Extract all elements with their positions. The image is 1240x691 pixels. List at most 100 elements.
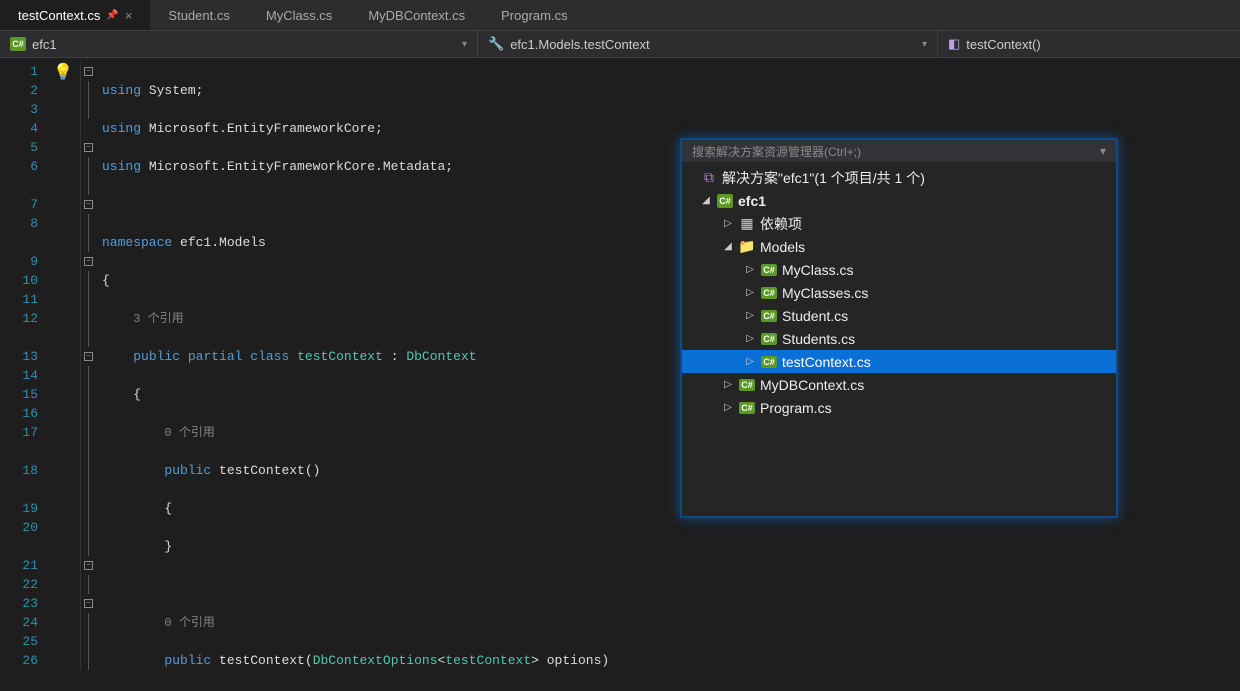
- file-label: Program.cs: [760, 400, 832, 416]
- line-number: 16: [0, 404, 38, 423]
- nav-member-label: testContext(): [966, 37, 1040, 52]
- line-number-gutter: 1 2 3 4 5 6 7 8 9 10 11 12 13 14 15 16 1…: [0, 58, 46, 691]
- line-number: 7: [0, 195, 38, 214]
- dependencies-icon: ▦: [738, 215, 756, 232]
- line-number: 18: [0, 461, 38, 480]
- class-icon: 🔧: [488, 36, 504, 52]
- lightbulb-icon[interactable]: 💡: [53, 62, 73, 82]
- nav-class-dropdown[interactable]: 🔧 efc1.Models.testContext ▾: [478, 31, 938, 57]
- csharp-file-icon: C#: [761, 287, 777, 299]
- line-number: 5: [0, 138, 38, 157]
- file-label: MyDBContext.cs: [760, 377, 864, 393]
- line-number: 3: [0, 100, 38, 119]
- code-lens[interactable]: 0 个引用: [164, 616, 214, 630]
- tab-testcontext[interactable]: testContext.cs 📌 ×: [0, 0, 150, 30]
- sln-file-mydbcontext[interactable]: ▷ C# MyDBContext.cs: [682, 373, 1116, 396]
- csharp-icon: C#: [10, 37, 26, 51]
- line-number: 17: [0, 423, 38, 442]
- expand-icon[interactable]: ▷: [722, 218, 734, 229]
- folder-label: Models: [760, 239, 805, 255]
- expand-icon[interactable]: ◢: [722, 241, 734, 252]
- expand-icon[interactable]: ▷: [722, 379, 734, 390]
- tab-student[interactable]: Student.cs: [150, 0, 247, 30]
- nav-project-dropdown[interactable]: C# efc1 ▾: [0, 31, 478, 57]
- sln-project-node[interactable]: ◢ C# efc1: [682, 189, 1116, 212]
- method-icon: ◧: [948, 36, 960, 52]
- line-number: 15: [0, 385, 38, 404]
- line-number: 2: [0, 81, 38, 100]
- fold-toggle[interactable]: −: [84, 143, 93, 152]
- project-label: efc1: [738, 193, 766, 209]
- tab-label: testContext.cs: [18, 8, 100, 23]
- csharp-file-icon: C#: [739, 379, 755, 391]
- line-number: 8: [0, 214, 38, 233]
- line-number: 4: [0, 119, 38, 138]
- line-number: 22: [0, 575, 38, 594]
- sln-file-student[interactable]: ▷ C# Student.cs: [682, 304, 1116, 327]
- file-label: Student.cs: [782, 308, 848, 324]
- expand-icon[interactable]: ▷: [744, 310, 756, 321]
- csharp-project-icon: C#: [717, 194, 733, 208]
- solution-icon: ⧉: [700, 169, 718, 186]
- line-number: 14: [0, 366, 38, 385]
- code-lens[interactable]: 3 个引用: [133, 312, 183, 326]
- tab-program[interactable]: Program.cs: [483, 0, 585, 30]
- tab-myclass[interactable]: MyClass.cs: [248, 0, 350, 30]
- deps-label: 依赖项: [760, 214, 802, 234]
- nav-member-dropdown[interactable]: ◧ testContext(): [938, 31, 1240, 57]
- fold-toggle[interactable]: −: [84, 200, 93, 209]
- csharp-file-icon: C#: [761, 333, 777, 345]
- line-number: 21: [0, 556, 38, 575]
- sln-solution-node[interactable]: ⧉ 解决方案"efc1"(1 个项目/共 1 个): [682, 166, 1116, 189]
- sln-models-folder[interactable]: ◢ 📁 Models: [682, 235, 1116, 258]
- code-lens[interactable]: 0 个引用: [164, 426, 214, 440]
- expand-icon[interactable]: ▷: [744, 333, 756, 344]
- solution-search[interactable]: 搜索解决方案资源管理器(Ctrl+;) ▾: [682, 140, 1116, 162]
- line-number: 25: [0, 632, 38, 651]
- fold-toggle[interactable]: −: [84, 352, 93, 361]
- fold-toggle[interactable]: −: [84, 561, 93, 570]
- line-number: 23: [0, 594, 38, 613]
- csharp-file-icon: C#: [761, 264, 777, 276]
- solution-explorer: 搜索解决方案资源管理器(Ctrl+;) ▾ ⧉ 解决方案"efc1"(1 个项目…: [680, 138, 1118, 518]
- tab-label: MyClass.cs: [266, 8, 332, 23]
- fold-toggle[interactable]: −: [84, 67, 93, 76]
- tab-mydbcontext[interactable]: MyDBContext.cs: [350, 0, 483, 30]
- line-number: 6: [0, 157, 38, 176]
- nav-project-label: efc1: [32, 37, 57, 52]
- expand-icon[interactable]: ▷: [744, 287, 756, 298]
- sln-file-myclass[interactable]: ▷ C# MyClass.cs: [682, 258, 1116, 281]
- close-icon[interactable]: ×: [125, 8, 133, 23]
- line-number: 9: [0, 252, 38, 271]
- folding-column: − − − − − − −: [80, 58, 96, 691]
- nav-bar: C# efc1 ▾ 🔧 efc1.Models.testContext ▾ ◧ …: [0, 30, 1240, 58]
- tab-bar: testContext.cs 📌 × Student.cs MyClass.cs…: [0, 0, 1240, 30]
- folder-icon: 📁: [738, 238, 756, 255]
- line-number: 20: [0, 518, 38, 537]
- tab-label: MyDBContext.cs: [368, 8, 465, 23]
- expand-icon[interactable]: ▷: [744, 264, 756, 275]
- file-label: Students.cs: [782, 331, 855, 347]
- sln-file-program[interactable]: ▷ C# Program.cs: [682, 396, 1116, 419]
- line-number: 10: [0, 271, 38, 290]
- expand-icon[interactable]: ▷: [744, 356, 756, 367]
- line-number: 12: [0, 309, 38, 328]
- pin-icon[interactable]: 📌: [106, 10, 118, 21]
- sln-dependencies-node[interactable]: ▷ ▦ 依赖项: [682, 212, 1116, 235]
- line-number: 13: [0, 347, 38, 366]
- editor: 1 2 3 4 5 6 7 8 9 10 11 12 13 14 15 16 1…: [0, 58, 1240, 691]
- line-number: 1: [0, 62, 38, 81]
- fold-toggle[interactable]: −: [84, 257, 93, 266]
- file-label: MyClasses.cs: [782, 285, 868, 301]
- sln-file-students[interactable]: ▷ C# Students.cs: [682, 327, 1116, 350]
- csharp-file-icon: C#: [761, 310, 777, 322]
- expand-icon[interactable]: ◢: [700, 195, 712, 206]
- expand-icon[interactable]: ▷: [722, 402, 734, 413]
- sln-file-myclasses[interactable]: ▷ C# MyClasses.cs: [682, 281, 1116, 304]
- line-number: 11: [0, 290, 38, 309]
- line-number: 19: [0, 499, 38, 518]
- chevron-down-icon: ▾: [462, 39, 467, 50]
- csharp-file-icon: C#: [739, 402, 755, 414]
- fold-toggle[interactable]: −: [84, 599, 93, 608]
- sln-file-testcontext[interactable]: ▷ C# testContext.cs: [682, 350, 1116, 373]
